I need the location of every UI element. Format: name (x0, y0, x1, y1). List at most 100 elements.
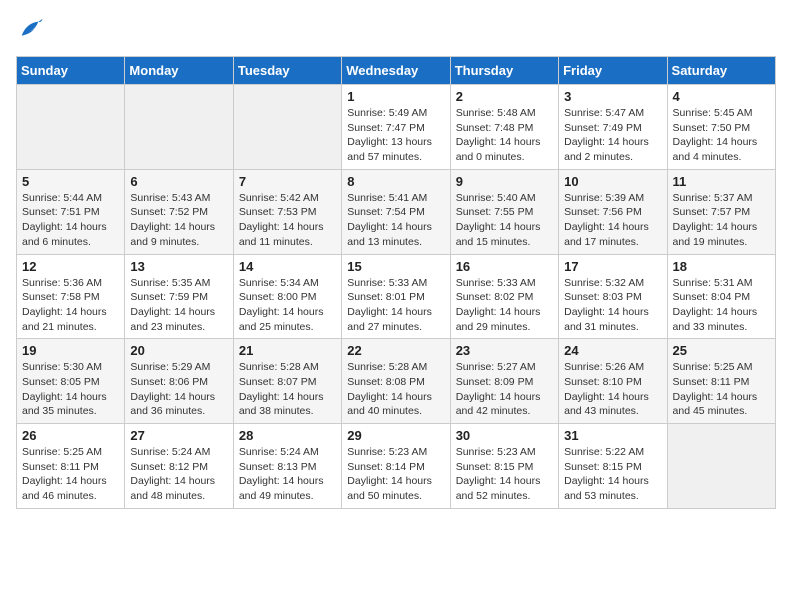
day-number: 23 (456, 343, 553, 358)
day-number: 5 (22, 174, 119, 189)
calendar-cell: 4 Sunrise: 5:45 AMSunset: 7:50 PMDaylight… (667, 85, 775, 170)
day-number: 17 (564, 259, 661, 274)
day-info: Sunrise: 5:39 AMSunset: 7:56 PMDaylight:… (564, 191, 661, 250)
weekday-header-wednesday: Wednesday (342, 57, 450, 85)
day-info: Sunrise: 5:33 AMSunset: 8:01 PMDaylight:… (347, 276, 444, 335)
calendar-week-2: 5 Sunrise: 5:44 AMSunset: 7:51 PMDaylight… (17, 169, 776, 254)
calendar-cell: 7 Sunrise: 5:42 AMSunset: 7:53 PMDaylight… (233, 169, 341, 254)
day-info: Sunrise: 5:45 AMSunset: 7:50 PMDaylight:… (673, 106, 770, 165)
day-number: 12 (22, 259, 119, 274)
day-number: 22 (347, 343, 444, 358)
calendar-cell: 22 Sunrise: 5:28 AMSunset: 8:08 PMDayligh… (342, 339, 450, 424)
day-number: 27 (130, 428, 227, 443)
logo (16, 16, 48, 44)
day-info: Sunrise: 5:24 AMSunset: 8:12 PMDaylight:… (130, 445, 227, 504)
day-info: Sunrise: 5:41 AMSunset: 7:54 PMDaylight:… (347, 191, 444, 250)
day-number: 21 (239, 343, 336, 358)
calendar-cell: 27 Sunrise: 5:24 AMSunset: 8:12 PMDayligh… (125, 424, 233, 509)
day-number: 11 (673, 174, 770, 189)
calendar-cell: 21 Sunrise: 5:28 AMSunset: 8:07 PMDayligh… (233, 339, 341, 424)
day-info: Sunrise: 5:43 AMSunset: 7:52 PMDaylight:… (130, 191, 227, 250)
calendar-cell: 10 Sunrise: 5:39 AMSunset: 7:56 PMDayligh… (559, 169, 667, 254)
weekday-header-friday: Friday (559, 57, 667, 85)
calendar-cell: 2 Sunrise: 5:48 AMSunset: 7:48 PMDaylight… (450, 85, 558, 170)
calendar-cell: 12 Sunrise: 5:36 AMSunset: 7:58 PMDayligh… (17, 254, 125, 339)
day-number: 19 (22, 343, 119, 358)
calendar-week-4: 19 Sunrise: 5:30 AMSunset: 8:05 PMDayligh… (17, 339, 776, 424)
day-info: Sunrise: 5:24 AMSunset: 8:13 PMDaylight:… (239, 445, 336, 504)
day-info: Sunrise: 5:23 AMSunset: 8:15 PMDaylight:… (456, 445, 553, 504)
day-number: 3 (564, 89, 661, 104)
calendar-cell (125, 85, 233, 170)
day-info: Sunrise: 5:25 AMSunset: 8:11 PMDaylight:… (673, 360, 770, 419)
weekday-header-saturday: Saturday (667, 57, 775, 85)
calendar-cell: 31 Sunrise: 5:22 AMSunset: 8:15 PMDayligh… (559, 424, 667, 509)
page-header (16, 16, 776, 44)
calendar-cell: 17 Sunrise: 5:32 AMSunset: 8:03 PMDayligh… (559, 254, 667, 339)
day-number: 4 (673, 89, 770, 104)
calendar-cell: 25 Sunrise: 5:25 AMSunset: 8:11 PMDayligh… (667, 339, 775, 424)
calendar-table: SundayMondayTuesdayWednesdayThursdayFrid… (16, 56, 776, 509)
day-number: 1 (347, 89, 444, 104)
weekday-header-thursday: Thursday (450, 57, 558, 85)
calendar-cell: 15 Sunrise: 5:33 AMSunset: 8:01 PMDayligh… (342, 254, 450, 339)
calendar-cell: 23 Sunrise: 5:27 AMSunset: 8:09 PMDayligh… (450, 339, 558, 424)
day-info: Sunrise: 5:34 AMSunset: 8:00 PMDaylight:… (239, 276, 336, 335)
calendar-cell: 19 Sunrise: 5:30 AMSunset: 8:05 PMDayligh… (17, 339, 125, 424)
day-number: 20 (130, 343, 227, 358)
day-number: 14 (239, 259, 336, 274)
day-info: Sunrise: 5:33 AMSunset: 8:02 PMDaylight:… (456, 276, 553, 335)
day-info: Sunrise: 5:48 AMSunset: 7:48 PMDaylight:… (456, 106, 553, 165)
day-info: Sunrise: 5:35 AMSunset: 7:59 PMDaylight:… (130, 276, 227, 335)
calendar-cell (17, 85, 125, 170)
day-info: Sunrise: 5:22 AMSunset: 8:15 PMDaylight:… (564, 445, 661, 504)
weekday-header-monday: Monday (125, 57, 233, 85)
day-number: 9 (456, 174, 553, 189)
day-number: 6 (130, 174, 227, 189)
day-info: Sunrise: 5:44 AMSunset: 7:51 PMDaylight:… (22, 191, 119, 250)
day-info: Sunrise: 5:28 AMSunset: 8:08 PMDaylight:… (347, 360, 444, 419)
day-info: Sunrise: 5:37 AMSunset: 7:57 PMDaylight:… (673, 191, 770, 250)
day-info: Sunrise: 5:31 AMSunset: 8:04 PMDaylight:… (673, 276, 770, 335)
calendar-week-3: 12 Sunrise: 5:36 AMSunset: 7:58 PMDayligh… (17, 254, 776, 339)
calendar-cell: 3 Sunrise: 5:47 AMSunset: 7:49 PMDaylight… (559, 85, 667, 170)
day-info: Sunrise: 5:27 AMSunset: 8:09 PMDaylight:… (456, 360, 553, 419)
day-number: 31 (564, 428, 661, 443)
day-info: Sunrise: 5:23 AMSunset: 8:14 PMDaylight:… (347, 445, 444, 504)
day-number: 13 (130, 259, 227, 274)
calendar-cell: 16Sunrise: 5:33 AMSunset: 8:02 PMDayligh… (450, 254, 558, 339)
day-number: 26 (22, 428, 119, 443)
day-number: 18 (673, 259, 770, 274)
calendar-cell: 1 Sunrise: 5:49 AMSunset: 7:47 PMDaylight… (342, 85, 450, 170)
day-number: 7 (239, 174, 336, 189)
day-info: Sunrise: 5:30 AMSunset: 8:05 PMDaylight:… (22, 360, 119, 419)
day-info: Sunrise: 5:25 AMSunset: 8:11 PMDaylight:… (22, 445, 119, 504)
day-number: 24 (564, 343, 661, 358)
calendar-cell (667, 424, 775, 509)
day-info: Sunrise: 5:49 AMSunset: 7:47 PMDaylight:… (347, 106, 444, 165)
calendar-cell: 9Sunrise: 5:40 AMSunset: 7:55 PMDaylight… (450, 169, 558, 254)
day-number: 28 (239, 428, 336, 443)
day-info: Sunrise: 5:47 AMSunset: 7:49 PMDaylight:… (564, 106, 661, 165)
calendar-cell (233, 85, 341, 170)
weekday-header-sunday: Sunday (17, 57, 125, 85)
calendar-cell: 26 Sunrise: 5:25 AMSunset: 8:11 PMDayligh… (17, 424, 125, 509)
calendar-cell: 30 Sunrise: 5:23 AMSunset: 8:15 PMDayligh… (450, 424, 558, 509)
calendar-cell: 8Sunrise: 5:41 AMSunset: 7:54 PMDaylight… (342, 169, 450, 254)
day-info: Sunrise: 5:36 AMSunset: 7:58 PMDaylight:… (22, 276, 119, 335)
day-number: 10 (564, 174, 661, 189)
day-info: Sunrise: 5:29 AMSunset: 8:06 PMDaylight:… (130, 360, 227, 419)
day-number: 25 (673, 343, 770, 358)
logo-icon (16, 16, 44, 44)
day-info: Sunrise: 5:42 AMSunset: 7:53 PMDaylight:… (239, 191, 336, 250)
weekday-header-row: SundayMondayTuesdayWednesdayThursdayFrid… (17, 57, 776, 85)
calendar-cell: 6 Sunrise: 5:43 AMSunset: 7:52 PMDaylight… (125, 169, 233, 254)
day-number: 2 (456, 89, 553, 104)
day-number: 15 (347, 259, 444, 274)
day-info: Sunrise: 5:32 AMSunset: 8:03 PMDaylight:… (564, 276, 661, 335)
calendar-cell: 18 Sunrise: 5:31 AMSunset: 8:04 PMDayligh… (667, 254, 775, 339)
day-number: 30 (456, 428, 553, 443)
calendar-cell: 5 Sunrise: 5:44 AMSunset: 7:51 PMDaylight… (17, 169, 125, 254)
calendar-cell: 20 Sunrise: 5:29 AMSunset: 8:06 PMDayligh… (125, 339, 233, 424)
day-info: Sunrise: 5:28 AMSunset: 8:07 PMDaylight:… (239, 360, 336, 419)
